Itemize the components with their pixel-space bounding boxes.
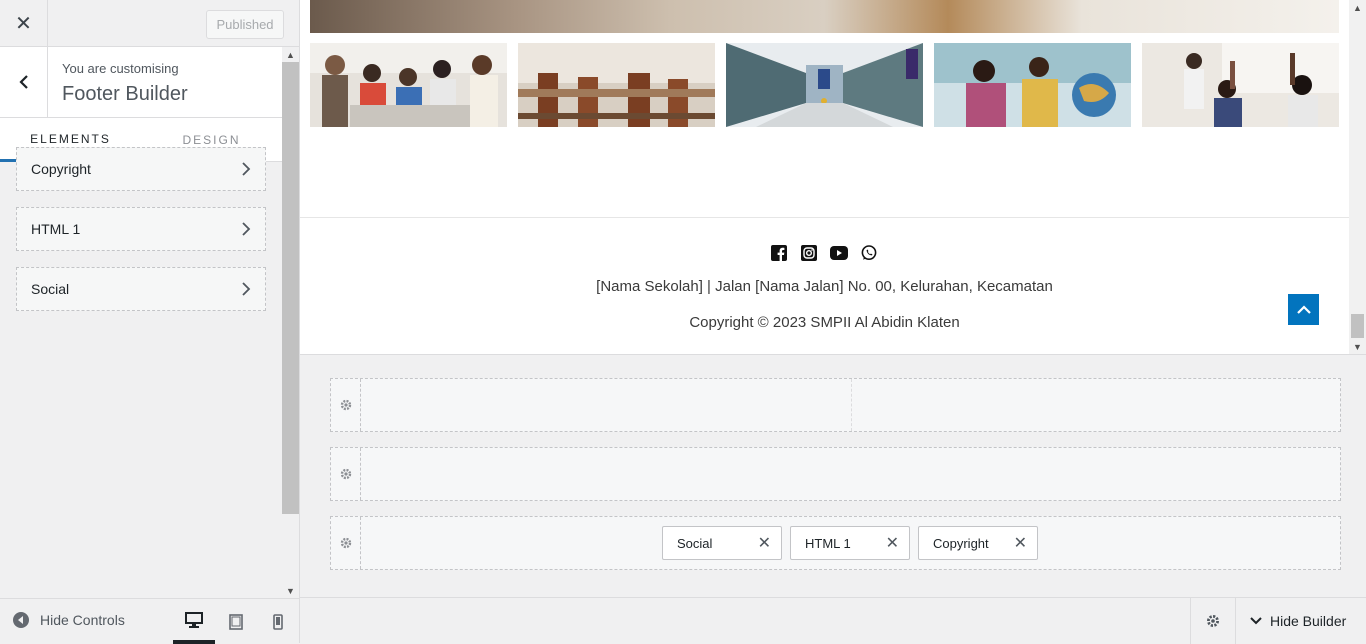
mobile-icon xyxy=(273,613,283,630)
gallery-image-school-hallway[interactable] xyxy=(726,43,923,127)
element-item-social[interactable]: Social xyxy=(16,267,266,311)
chip-label: Social xyxy=(677,535,713,551)
scroll-down-arrow-icon[interactable]: ▼ xyxy=(1349,339,1366,354)
remove-icon[interactable]: ✕ xyxy=(758,533,771,553)
close-customizer-button[interactable]: ✕ xyxy=(0,0,48,47)
hide-builder-button[interactable]: Hide Builder xyxy=(1250,598,1346,644)
gear-icon xyxy=(340,399,351,411)
facebook-link[interactable] xyxy=(770,244,788,262)
chevron-right-icon xyxy=(242,162,251,176)
scroll-to-top-button[interactable] xyxy=(1288,294,1319,325)
builder-settings-button[interactable] xyxy=(1190,598,1236,644)
youtube-link[interactable] xyxy=(830,244,848,262)
instagram-icon xyxy=(801,245,817,261)
preview-tablet-button[interactable] xyxy=(215,599,257,644)
panel-scrollbar[interactable]: ▲ ▼ xyxy=(282,47,299,598)
gear-icon xyxy=(340,468,351,480)
whatsapp-link[interactable] xyxy=(860,244,878,262)
published-button[interactable]: Published xyxy=(206,10,284,39)
footer-builder: Social ✕ HTML 1 ✕ Copyright ✕ xyxy=(300,356,1366,597)
builder-chip-html-1[interactable]: HTML 1 ✕ xyxy=(790,526,910,560)
remove-icon[interactable]: ✕ xyxy=(886,533,899,553)
element-item-label: Social xyxy=(31,281,70,297)
chevron-right-icon xyxy=(242,222,251,236)
scroll-up-arrow-icon[interactable]: ▲ xyxy=(282,47,299,62)
collapse-arrow-icon xyxy=(13,612,29,628)
close-icon: ✕ xyxy=(15,13,32,35)
builder-row-primary-footer[interactable] xyxy=(330,447,1341,501)
hide-controls-button[interactable]: Hide Controls xyxy=(12,611,125,629)
element-item-label: Copyright xyxy=(31,161,91,177)
column-divider xyxy=(851,379,852,431)
row-settings-button[interactable] xyxy=(331,448,361,500)
footer-copyright: Copyright © 2023 SMPII Al Abidin Klaten xyxy=(689,314,960,331)
back-button[interactable] xyxy=(0,47,48,117)
remove-icon[interactable]: ✕ xyxy=(1014,533,1027,553)
chevron-up-icon xyxy=(1296,304,1311,314)
footer-divider xyxy=(300,217,1349,218)
gear-icon xyxy=(340,537,351,549)
chip-label: Copyright xyxy=(933,535,989,551)
tablet-icon xyxy=(229,613,243,630)
section-title-block: You are customising Footer Builder xyxy=(0,47,282,118)
site-preview: [Nama Sekolah] | Jalan [Nama Jalan] No. … xyxy=(300,0,1366,355)
hide-controls-label: Hide Controls xyxy=(40,612,125,628)
footer-address: [Nama Sekolah] | Jalan [Nama Jalan] No. … xyxy=(596,278,1053,295)
gallery-image-empty-classroom[interactable] xyxy=(518,43,715,127)
panel-footer: Hide Controls xyxy=(0,598,299,644)
scroll-up-arrow-icon[interactable]: ▲ xyxy=(1349,0,1366,15)
element-item-copyright[interactable]: Copyright xyxy=(16,147,266,191)
builder-row-above-footer[interactable] xyxy=(330,378,1341,432)
hero-image xyxy=(310,0,1339,33)
element-item-html-1[interactable]: HTML 1 xyxy=(16,207,266,251)
customizer-panel: ✕ Published You are customising Footer B… xyxy=(0,0,300,644)
facebook-icon xyxy=(771,245,787,261)
instagram-link[interactable] xyxy=(800,244,818,262)
chip-label: HTML 1 xyxy=(805,535,851,551)
panel-scroll-thumb[interactable] xyxy=(282,62,299,514)
element-item-label: HTML 1 xyxy=(31,221,81,237)
builder-chip-social[interactable]: Social ✕ xyxy=(662,526,782,560)
panel-header: ✕ Published xyxy=(0,0,299,47)
preview-scrollbar[interactable]: ▲ ▼ xyxy=(1349,0,1366,354)
image-gallery xyxy=(310,43,1339,127)
chevron-left-icon xyxy=(18,75,28,89)
whatsapp-icon xyxy=(861,245,877,260)
hide-builder-label: Hide Builder xyxy=(1270,613,1347,629)
builder-chip-copyright[interactable]: Copyright ✕ xyxy=(918,526,1038,560)
element-list: Copyright HTML 1 Social xyxy=(16,147,266,327)
gear-icon xyxy=(1207,615,1219,627)
chevron-right-icon xyxy=(242,282,251,296)
preview-mobile-button[interactable] xyxy=(257,599,299,644)
row-settings-button[interactable] xyxy=(331,517,361,569)
social-icons xyxy=(770,244,878,262)
builder-row-below-footer[interactable]: Social ✕ HTML 1 ✕ Copyright ✕ xyxy=(330,516,1341,570)
scroll-down-arrow-icon[interactable]: ▼ xyxy=(282,583,299,598)
panel-title: Footer Builder xyxy=(62,83,188,105)
gallery-image-students-with-globe[interactable] xyxy=(934,43,1131,127)
chevron-down-icon xyxy=(1250,617,1262,625)
preview-scroll-thumb[interactable] xyxy=(1351,314,1364,338)
gallery-image-students-celebrating[interactable] xyxy=(310,43,507,127)
youtube-icon xyxy=(830,246,848,260)
builder-footer-bar: Hide Builder xyxy=(300,597,1366,644)
desktop-icon xyxy=(185,611,203,628)
row-settings-button[interactable] xyxy=(331,379,361,431)
preview-desktop-button[interactable] xyxy=(173,599,215,644)
gallery-image-students-raising-hands[interactable] xyxy=(1142,43,1339,127)
customising-label: You are customising xyxy=(62,61,179,76)
